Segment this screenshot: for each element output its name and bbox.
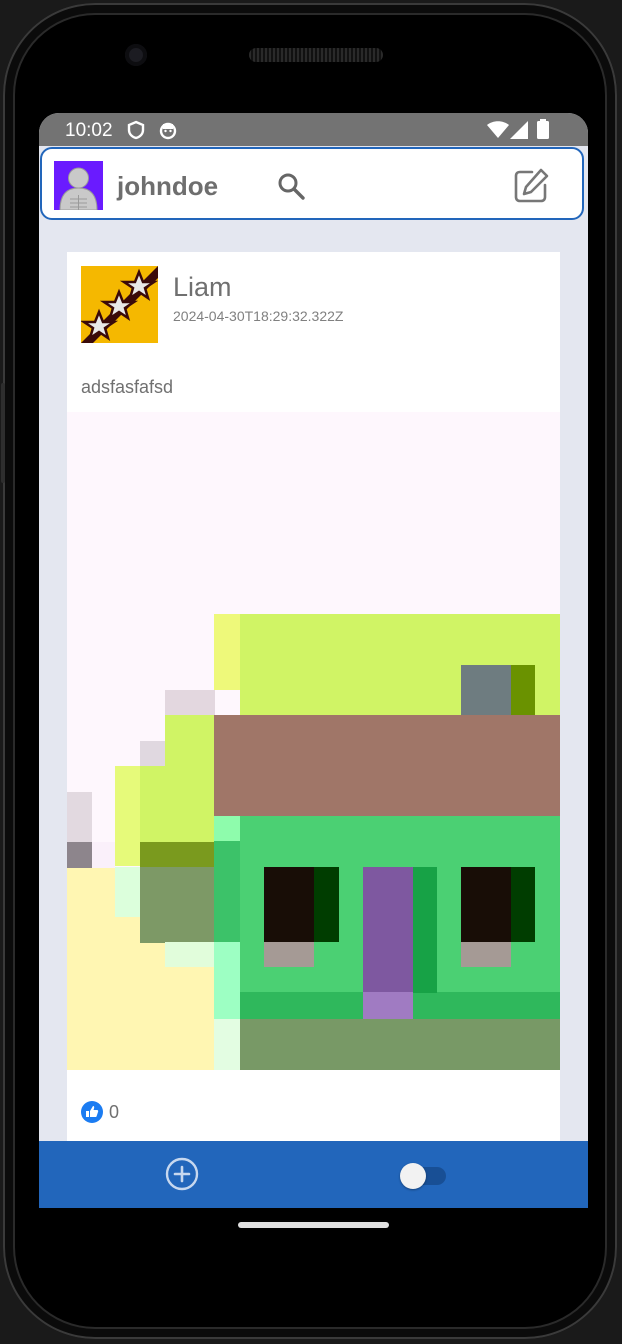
post-author-avatar[interactable] — [81, 266, 158, 343]
add-circle-icon[interactable] — [165, 1157, 199, 1191]
person-placeholder-icon — [54, 161, 103, 210]
post-text: adsfasfafsd — [81, 377, 174, 397]
toggle-knob — [400, 1163, 426, 1189]
post-timestamp: 2024-04-30T18:29:32.322Z — [173, 308, 344, 324]
shield-icon — [126, 120, 146, 146]
earpiece-speaker — [249, 48, 383, 62]
username[interactable]: johndoe — [117, 171, 218, 202]
post-card: Liam 2024-04-30T18:29:32.322Z adsfasfafs… — [67, 252, 560, 1152]
wifi-icon — [487, 121, 509, 145]
app-bar: johndoe — [40, 147, 584, 220]
signal-icon — [510, 121, 528, 145]
pixel-art-house-image — [67, 412, 560, 1070]
status-bar: 10:02 — [39, 113, 588, 146]
theme-toggle[interactable] — [400, 1163, 446, 1189]
compose-icon[interactable] — [512, 167, 550, 205]
like-icon[interactable] — [81, 1101, 103, 1123]
post-author-name[interactable]: Liam — [173, 272, 232, 303]
bottom-nav-bar — [39, 1141, 588, 1208]
stars-avatar-image — [81, 266, 158, 343]
screen: 10:02 johndoe Liam 2024-04-30T18:29:32.3… — [39, 113, 588, 1208]
post-image[interactable] — [67, 412, 560, 1070]
status-time: 10:02 — [65, 120, 113, 141]
user-avatar[interactable] — [54, 161, 103, 210]
front-camera — [125, 44, 147, 66]
phone-frame: 10:02 johndoe Liam 2024-04-30T18:29:32.3… — [1, 3, 617, 1339]
like-count: 0 — [109, 1102, 120, 1122]
search-icon[interactable] — [276, 171, 306, 201]
power-button — [1, 383, 5, 483]
android-robot-icon — [158, 120, 178, 146]
home-indicator[interactable] — [238, 1222, 389, 1228]
battery-icon — [537, 119, 549, 145]
